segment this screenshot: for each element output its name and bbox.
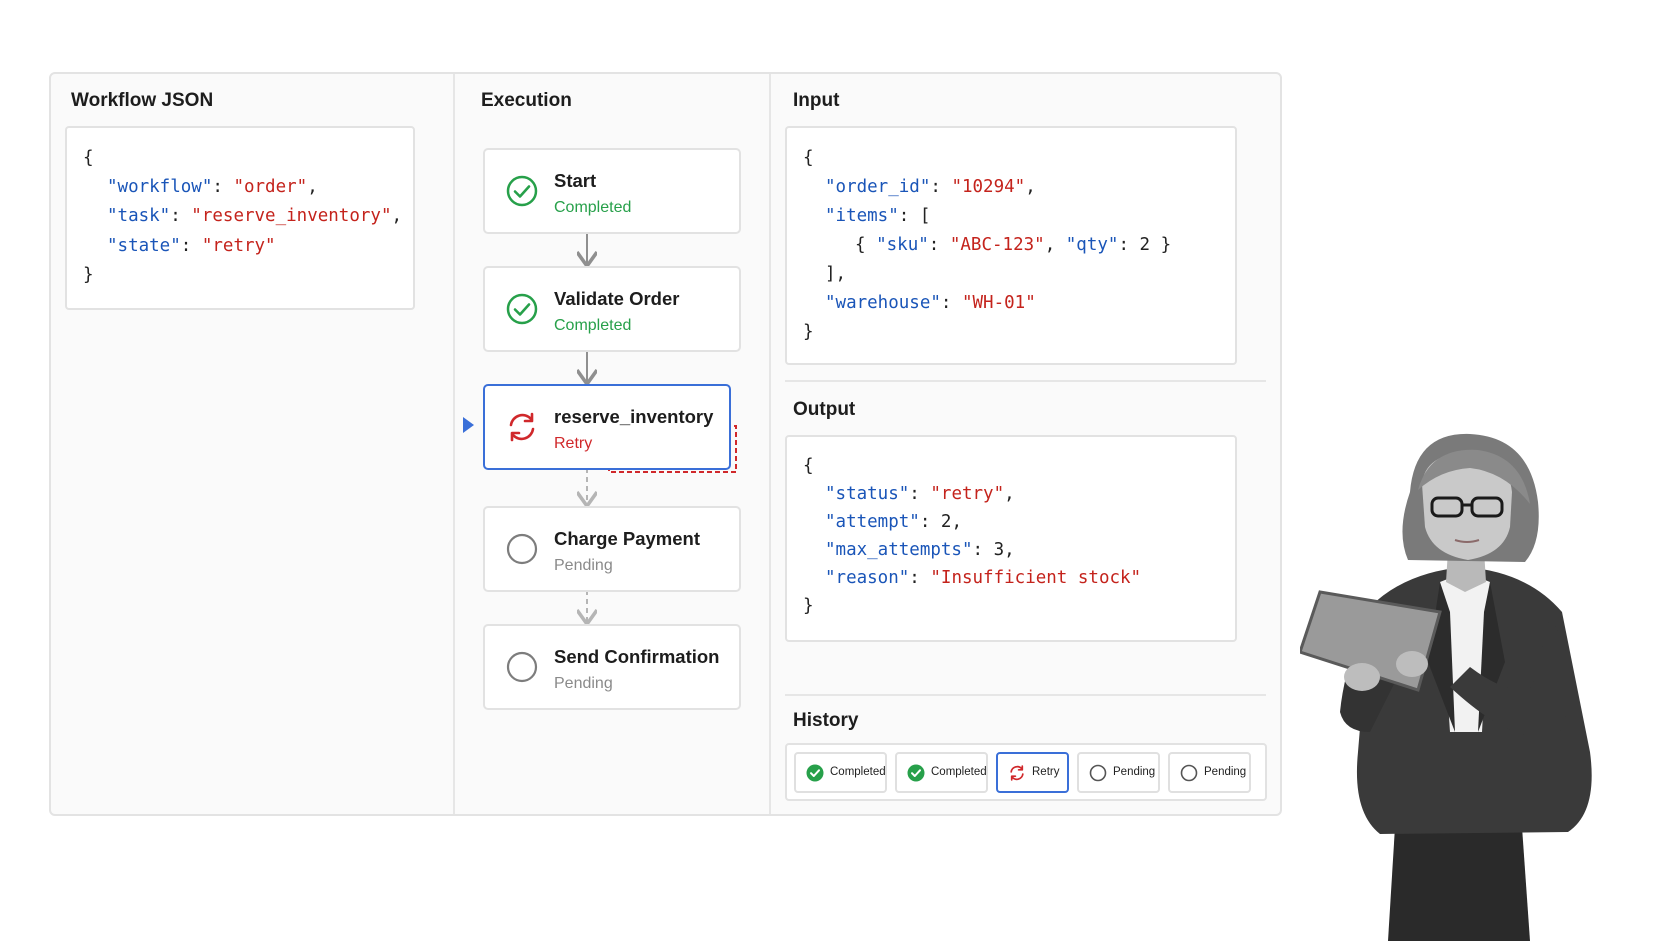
json-close-brace: } xyxy=(803,322,814,342)
input-output-divider xyxy=(785,380,1266,382)
json-line-workflow: "workflow": "order", xyxy=(107,177,318,197)
input-line-items-close: ], xyxy=(825,264,847,284)
json-key: "task" xyxy=(107,206,171,226)
execution-column: Execution Start Completed Validate Order… xyxy=(455,74,771,814)
step-validate-order[interactable]: Validate Order Completed xyxy=(483,266,741,352)
output-line-max-attempts: "max_attempts": 3, xyxy=(825,540,1015,560)
input-line-items: "items": [ xyxy=(825,206,931,226)
step-status: Pending xyxy=(554,557,613,574)
step-status: Retry xyxy=(554,435,593,452)
check-circle-icon xyxy=(506,175,538,207)
json-key: "state" xyxy=(107,236,181,256)
workflow-json-column: Workflow JSON { "workflow": "order", "ta… xyxy=(51,74,455,814)
input-line-warehouse: "warehouse": "WH-01" xyxy=(825,293,1036,313)
step-status: Pending xyxy=(554,675,613,692)
output-line-status: "status": "retry", xyxy=(825,484,1015,504)
output-title: Output xyxy=(793,399,856,420)
json-line-state: "state": "retry" xyxy=(107,236,276,256)
history-chip-label: Pending xyxy=(1204,766,1247,778)
step-start[interactable]: Start Completed xyxy=(483,148,741,234)
json-close-brace: } xyxy=(803,596,814,616)
empty-circle-icon xyxy=(1180,764,1198,782)
output-line-reason: "reason": "Insufficient stock" xyxy=(825,568,1142,588)
empty-circle-icon xyxy=(1089,764,1107,782)
step-send-confirmation[interactable]: Send Confirmation Pending xyxy=(483,624,741,710)
history-bar: Completed Completed Retry Pending Pendin… xyxy=(785,743,1267,801)
history-chip-completed[interactable]: Completed xyxy=(895,752,988,793)
history-chip-label: Pending xyxy=(1113,766,1156,778)
workflow-json-title: Workflow JSON xyxy=(71,90,214,111)
input-title: Input xyxy=(793,90,840,111)
current-step-pointer-icon xyxy=(463,417,474,433)
json-open-brace: { xyxy=(83,148,94,168)
history-chip-label: Completed xyxy=(931,766,987,778)
json-open-brace: { xyxy=(803,456,814,476)
step-name: Charge Payment xyxy=(554,528,700,549)
check-filled-icon xyxy=(806,764,824,782)
json-key: "workflow" xyxy=(107,177,213,197)
check-circle-icon xyxy=(506,293,538,325)
history-chip-label: Retry xyxy=(1032,766,1060,778)
input-json-code[interactable]: { "order_id": "10294", "items": [ { "sku… xyxy=(785,126,1237,365)
step-status: Completed xyxy=(554,199,632,216)
history-chip-pending[interactable]: Pending xyxy=(1077,752,1160,793)
step-name: Send Confirmation xyxy=(554,646,720,667)
json-close-brace: } xyxy=(83,265,94,285)
person-with-tablet-illustration xyxy=(1300,433,1592,941)
retry-icon xyxy=(1010,765,1024,781)
step-charge-payment[interactable]: Charge Payment Pending xyxy=(483,506,741,592)
step-status: Completed xyxy=(554,317,632,334)
empty-circle-icon xyxy=(506,651,538,683)
history-chip-pending[interactable]: Pending xyxy=(1168,752,1251,793)
workflow-app-panel: Workflow JSON { "workflow": "order", "ta… xyxy=(49,72,1282,816)
retry-icon xyxy=(509,412,535,442)
check-filled-icon xyxy=(907,764,925,782)
input-line-item: { "sku": "ABC-123", "qty": 2 } xyxy=(855,235,1172,255)
empty-circle-icon xyxy=(506,533,538,565)
step-reserve-inventory[interactable]: reserve_inventory Retry xyxy=(483,384,731,470)
output-history-divider xyxy=(785,694,1266,696)
history-title: History xyxy=(793,710,859,731)
json-line-task: "task": "reserve_inventory", xyxy=(107,206,403,226)
output-line-attempt: "attempt": 2, xyxy=(825,512,962,532)
input-line-order-id: "order_id": "10294", xyxy=(825,177,1036,197)
json-value: "reserve_inventory" xyxy=(191,206,392,226)
step-name: reserve_inventory xyxy=(554,406,714,427)
step-name: Validate Order xyxy=(554,288,680,309)
json-value: "retry" xyxy=(201,236,276,256)
history-chip-completed[interactable]: Completed xyxy=(794,752,887,793)
history-chip-retry[interactable]: Retry xyxy=(996,752,1069,793)
json-value: "order" xyxy=(233,177,308,197)
step-name: Start xyxy=(554,170,597,191)
output-json-code[interactable]: { "status": "retry", "attempt": 2, "max_… xyxy=(785,435,1237,642)
workflow-json-code[interactable]: { "workflow": "order", "task": "reserve_… xyxy=(65,126,415,310)
history-chip-label: Completed xyxy=(830,766,886,778)
json-open-brace: { xyxy=(803,148,814,168)
io-column: Input { "order_id": "10294", "items": [ … xyxy=(771,74,1280,814)
